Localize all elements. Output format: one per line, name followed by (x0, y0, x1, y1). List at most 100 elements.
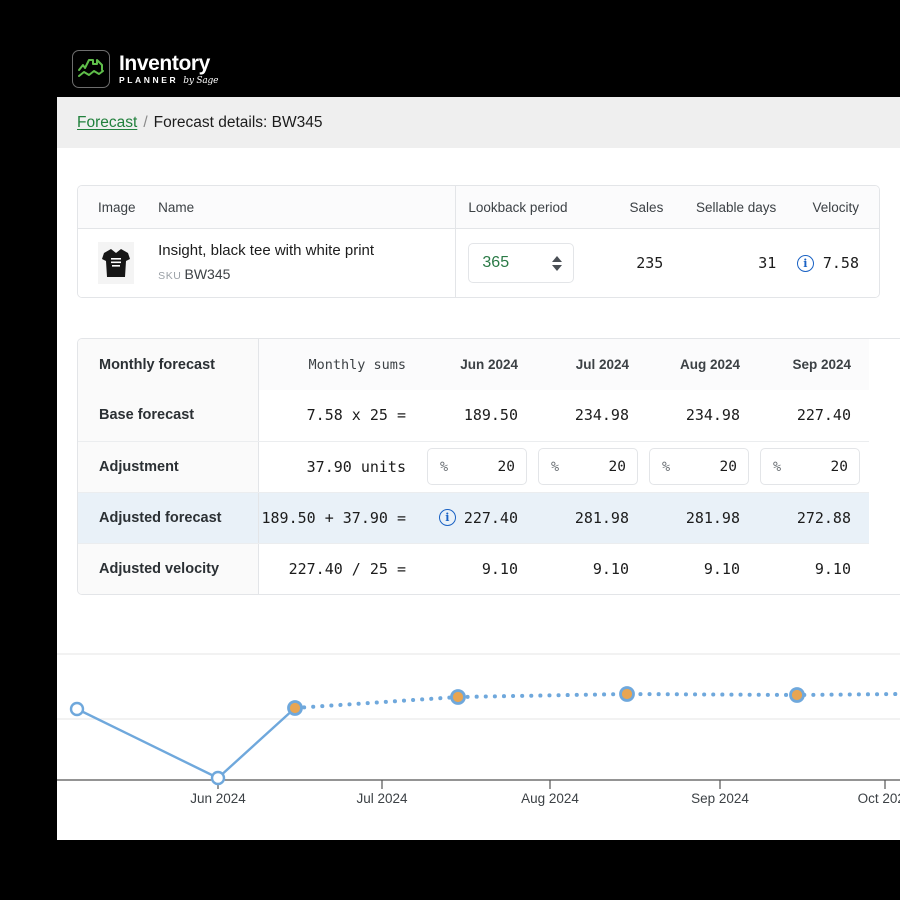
table-row: Adjustment 37.90 units % 20 % 20 % 20 % … (78, 441, 869, 493)
adjusted-velocity-aug: 9.10 (703, 559, 740, 578)
mf-header-4: Aug 2024 (647, 339, 758, 390)
product-summary-card: Image Name Lookback period Sales Sellabl… (77, 185, 880, 298)
product-row: Insight, black tee with white print SKU B… (78, 228, 879, 297)
adjusted-velocity-jun: 9.10 (481, 559, 518, 578)
brand-header: Inventory PLANNER by Sage (0, 0, 900, 97)
chart-line-forecast (293, 691, 900, 710)
breadcrumb-link-forecast[interactable]: Forecast (77, 114, 137, 132)
percent-symbol: % (662, 458, 671, 475)
row-sum-base-forecast: 7.58 x 25 = (258, 390, 425, 442)
velocity-cell: i 7.58 (776, 228, 879, 297)
row-sum-adjusted-forecast: 189.50 + 37.90 = (258, 492, 425, 544)
forecast-chart[interactable]: Jun 2024 Jul 2024 Aug 2024 Sep 2024 Oct … (57, 639, 900, 840)
table-row: Adjusted velocity 227.40 / 25 = 9.10 9.1… (78, 543, 869, 594)
mf-header-1: Monthly sums (258, 339, 425, 390)
chart-marker-forecast-4 (789, 687, 805, 703)
adjusted-forecast-jul: 281.98 (536, 492, 647, 544)
table-row: Adjusted forecast 189.50 + 37.90 = i 227… (78, 492, 869, 544)
logo-title: Inventory (119, 51, 210, 75)
row-label-base-forecast: Base forecast (78, 390, 259, 442)
breadcrumb: Forecast / Forecast details: BW345 (57, 97, 900, 148)
adjustment-cell-sep: % 20 (758, 441, 869, 493)
chart-marker-forecast-3 (619, 686, 635, 702)
spinner-updown-icon[interactable] (552, 255, 563, 271)
col-header-name: Name (158, 186, 456, 229)
col-header-image: Image (78, 186, 159, 229)
chart-marker-forecast-2 (450, 689, 466, 705)
velocity-value: 7.58 (822, 254, 859, 272)
adjusted-forecast-aug: 281.98 (647, 492, 758, 544)
sku-label: SKU (158, 270, 182, 282)
chart-marker-hollow-jun (210, 770, 226, 786)
percent-symbol: % (551, 458, 560, 475)
lookback-cell: 365 (455, 228, 590, 297)
inventory-chart-mark-icon (72, 50, 110, 88)
logo-by-sage: by Sage (183, 75, 219, 86)
product-name-cell: Insight, black tee with white print SKU B… (158, 228, 456, 297)
adjustment-value-aug: 20 (719, 458, 737, 475)
adjustment-input-aug[interactable]: % 20 (649, 448, 749, 485)
percent-symbol: % (440, 458, 449, 475)
chart-tick-label-4: Oct 2024 (858, 791, 900, 806)
table-row: Base forecast 7.58 x 25 = 189.50 234.98 … (78, 390, 869, 442)
adjustment-input-jun[interactable]: % 20 (427, 448, 527, 485)
col-header-lookback: Lookback period (455, 186, 590, 229)
adjustment-input-jul[interactable]: % 20 (538, 448, 638, 485)
adjusted-velocity-sep: 9.10 (814, 559, 851, 578)
product-table-header-row: Image Name Lookback period Sales Sellabl… (78, 186, 879, 229)
mf-header-0: Monthly forecast (78, 339, 259, 390)
adjustment-value-jul: 20 (608, 458, 626, 475)
chart-marker-hollow-start (69, 701, 85, 717)
mf-header-3: Jul 2024 (536, 339, 647, 390)
chart-tick-label-3: Sep 2024 (691, 791, 749, 806)
percent-symbol: % (773, 458, 782, 475)
chart-tick-label-1: Jul 2024 (356, 791, 408, 806)
sku-value: BW345 (184, 266, 231, 282)
row-label-adjusted-forecast: Adjusted forecast (78, 492, 259, 544)
adjustment-input-sep[interactable]: % 20 (760, 448, 860, 485)
adjusted-forecast-jun-cell: i 227.40 (425, 492, 536, 544)
app-logo[interactable]: Inventory PLANNER by Sage (72, 50, 218, 88)
base-forecast-jun: 189.50 (425, 390, 536, 442)
product-summary-table: Image Name Lookback period Sales Sellabl… (78, 186, 879, 297)
col-header-sales: Sales (589, 186, 664, 229)
adjusted-velocity-jul: 9.10 (592, 559, 629, 578)
adjustment-value-jun: 20 (497, 458, 515, 475)
lookback-period-input[interactable]: 365 (468, 243, 575, 283)
base-forecast-jul: 234.98 (536, 390, 647, 442)
breadcrumb-current: Forecast details: BW345 (153, 113, 323, 131)
monthly-forecast-table: Monthly forecast Monthly sums Jun 2024 J… (78, 339, 869, 594)
adjusted-forecast-jun: 227.40 (463, 508, 518, 527)
chart-tick-label-0: Jun 2024 (190, 791, 246, 806)
product-name: Insight, black tee with white print (158, 242, 375, 259)
col-header-velocity: Velocity (776, 186, 879, 229)
lookback-value: 365 (482, 254, 510, 271)
logo-subtitle: PLANNER (119, 74, 179, 85)
info-circle-icon[interactable]: i (796, 254, 814, 272)
row-sum-adjustment: 37.90 units (258, 441, 425, 493)
mf-header-2: Jun 2024 (425, 339, 536, 390)
adjustment-cell-jul: % 20 (536, 441, 647, 493)
adjustment-cell-jun: % 20 (425, 441, 536, 493)
base-forecast-sep: 227.40 (758, 390, 869, 442)
sales-value: 235 (589, 228, 664, 297)
sellable-days-value: 31 (663, 228, 777, 297)
screenshot-root: Inventory PLANNER by Sage Forecast / For… (0, 0, 900, 900)
chart-tick-label-2: Aug 2024 (521, 791, 579, 806)
product-image-cell (78, 228, 159, 297)
product-sku: SKU BW345 (158, 265, 455, 285)
row-label-adjustment: Adjustment (78, 441, 259, 493)
info-circle-icon[interactable]: i (438, 509, 456, 526)
chart-marker-forecast-1 (287, 700, 303, 716)
monthly-forecast-header-row: Monthly forecast Monthly sums Jun 2024 J… (78, 339, 869, 390)
black-tshirt-thumbnail-icon (98, 242, 134, 284)
row-sum-adjusted-velocity: 227.40 / 25 = (288, 559, 406, 578)
mf-header-5: Sep 2024 (758, 339, 869, 390)
page-canvas: Forecast / Forecast details: BW345 Image… (57, 97, 900, 840)
col-header-sellable-days: Sellable days (663, 186, 777, 229)
chart-x-ticks (217, 780, 886, 789)
adjustment-value-sep: 20 (830, 458, 848, 475)
adjustment-cell-aug: % 20 (647, 441, 758, 493)
breadcrumb-separator: / (143, 113, 148, 131)
adjusted-forecast-sep: 272.88 (758, 492, 869, 544)
